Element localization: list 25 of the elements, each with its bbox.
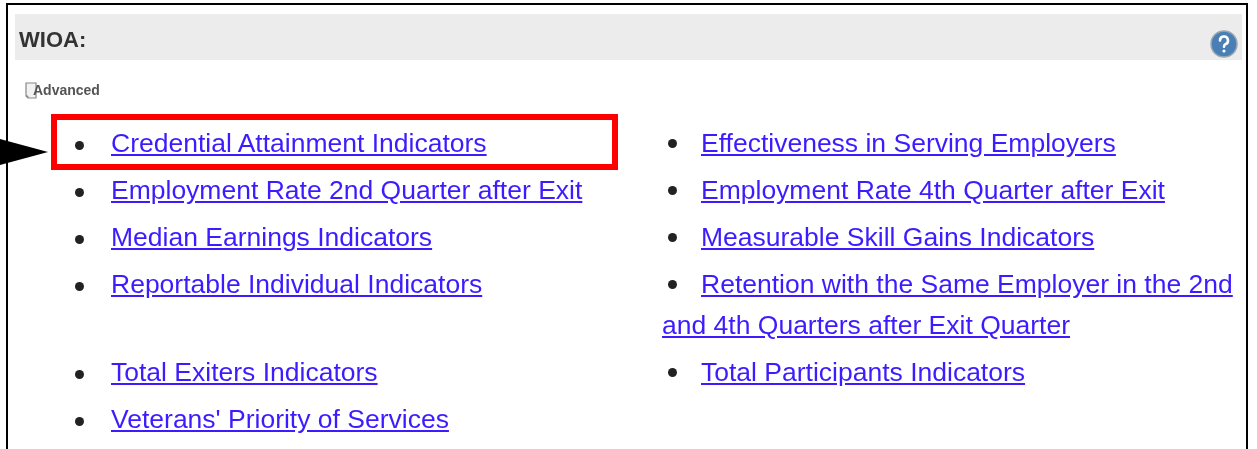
bullet-icon (75, 369, 84, 379)
bullet-icon (75, 234, 84, 244)
bullet-icon (668, 186, 677, 195)
bullet-icon (668, 139, 677, 148)
bullet-icon (668, 368, 677, 377)
bullet-icon (668, 233, 677, 242)
bullet-icon (75, 140, 84, 150)
report-link[interactable]: Measurable Skill Gains Indicators (662, 217, 1095, 258)
advanced-link[interactable]: Advanced (33, 82, 100, 98)
panel-title: WIOA: (19, 27, 87, 53)
report-link[interactable]: Effectiveness in Serving Employers (662, 123, 1116, 164)
report-link[interactable]: Total Participants Indicators (662, 352, 1026, 393)
report-link[interactable]: Veterans' Priority of Services (111, 404, 449, 434)
report-link[interactable]: Reportable Individual Indicators (111, 269, 483, 299)
report-link[interactable]: Retention with the Same Employer in the 2nd and 4th Quarters after Exit Quarter (662, 264, 1247, 346)
report-link[interactable]: Total Exiters Indicators (111, 357, 378, 387)
bullet-icon (75, 281, 84, 291)
report-link[interactable]: Median Earnings Indicators (111, 222, 433, 252)
bullet-icon (668, 280, 677, 289)
report-link[interactable]: Credential Attainment Indicators (111, 128, 487, 158)
report-link[interactable]: Employment Rate 2nd Quarter after Exit (111, 175, 583, 205)
report-link[interactable]: Employment Rate 4th Quarter after Exit (662, 170, 1165, 211)
bullet-icon (75, 187, 84, 197)
bullet-icon (75, 416, 84, 426)
help-icon[interactable] (1210, 30, 1238, 58)
